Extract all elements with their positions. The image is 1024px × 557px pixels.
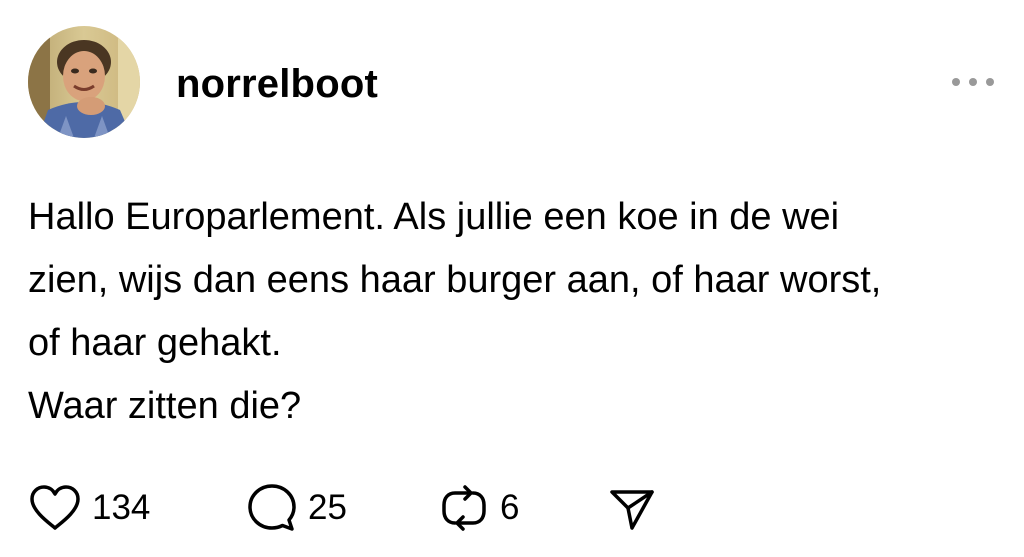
like-button[interactable]: 134 xyxy=(28,482,150,534)
send-icon xyxy=(610,490,654,530)
share-button[interactable] xyxy=(606,482,658,534)
post-card: norrelboot Hallo Europarlement. Als jull… xyxy=(0,0,1024,557)
post-text-line: Waar zitten die? xyxy=(28,385,302,427)
more-options-button[interactable] xyxy=(946,70,1000,94)
post-text-line: zien, wijs dan eens haar burger aan, of … xyxy=(28,259,882,301)
comment-icon xyxy=(248,484,296,531)
avatar[interactable] xyxy=(28,26,140,138)
post-text-line: Hallo Europarlement. Als jullie een koe … xyxy=(28,196,840,238)
ellipsis-icon xyxy=(952,78,994,86)
repost-icon xyxy=(442,485,486,531)
reply-count: 25 xyxy=(308,488,347,527)
like-count: 134 xyxy=(92,488,151,527)
avatar-image xyxy=(28,26,140,138)
repost-count: 6 xyxy=(500,488,520,527)
reply-button[interactable]: 25 xyxy=(246,482,347,534)
heart-icon xyxy=(30,485,80,530)
post-text: Hallo Europarlement. Als jullie een koe … xyxy=(28,186,1018,438)
post-text-line: of haar gehakt. xyxy=(28,322,282,364)
username[interactable]: norrelboot xyxy=(176,60,378,108)
repost-button[interactable]: 6 xyxy=(438,482,519,534)
